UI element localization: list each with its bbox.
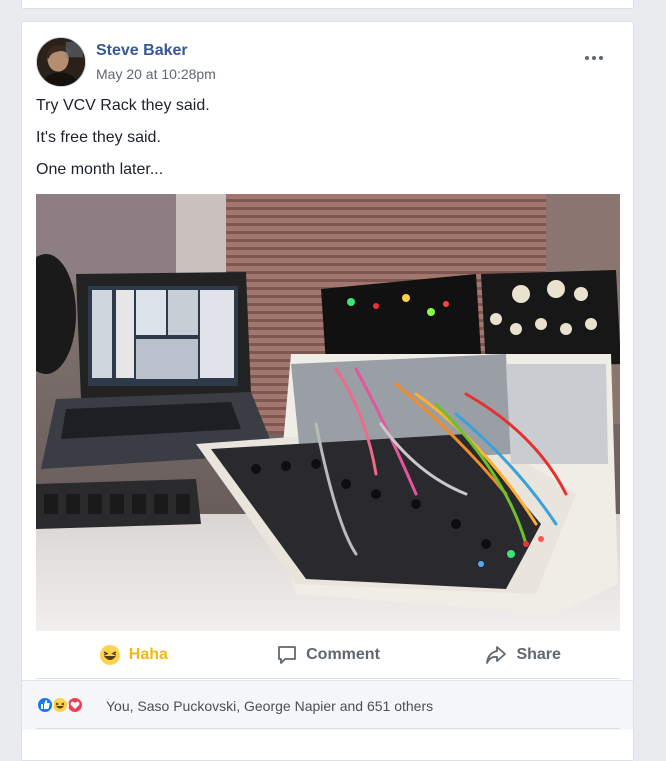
haha-icon: [99, 644, 120, 665]
post-timestamp[interactable]: May 20 at 10:28pm: [96, 66, 216, 82]
reaction-summary: You, Saso Puckovski, George Napier and 6…: [22, 680, 633, 730]
post-body: Try VCV Rack they said. It's free they s…: [36, 97, 210, 193]
post-author-name[interactable]: Steve Baker: [96, 42, 188, 60]
post-header: Steve Baker May 20 at 10:28pm: [36, 37, 616, 87]
comment-label: Comment: [306, 645, 380, 663]
comment-icon: [278, 645, 297, 664]
post-text-line: One month later...: [36, 161, 164, 178]
haha-reaction-button[interactable]: Haha: [36, 631, 231, 678]
post-photo[interactable]: [36, 194, 620, 631]
dot: [585, 56, 589, 60]
dot: [592, 56, 596, 60]
haha-label: Haha: [128, 645, 168, 663]
avatar-image: [37, 38, 85, 86]
avatar[interactable]: [36, 37, 86, 87]
share-label: Share: [516, 645, 561, 663]
share-button[interactable]: Share: [425, 631, 620, 678]
post-text-line: Try VCV Rack they said.: [36, 97, 210, 114]
post-card: Steve Baker May 20 at 10:28pm Try VCV Ra…: [21, 21, 634, 761]
comment-button[interactable]: Comment: [231, 631, 426, 678]
more-options-icon[interactable]: [582, 51, 606, 65]
like-icon: [36, 696, 54, 714]
previous-post-card: [21, 0, 634, 9]
reaction-names-link[interactable]: You, Saso Puckovski, George Napier and 6…: [106, 698, 433, 714]
modular-synth-photo: [36, 194, 620, 631]
share-icon: [486, 645, 507, 664]
post-text-line: It's free they said.: [36, 129, 161, 146]
reaction-icons[interactable]: [36, 696, 84, 714]
dot: [599, 56, 603, 60]
divider: [36, 728, 620, 729]
post-action-bar: Haha Comment Share: [36, 631, 620, 679]
